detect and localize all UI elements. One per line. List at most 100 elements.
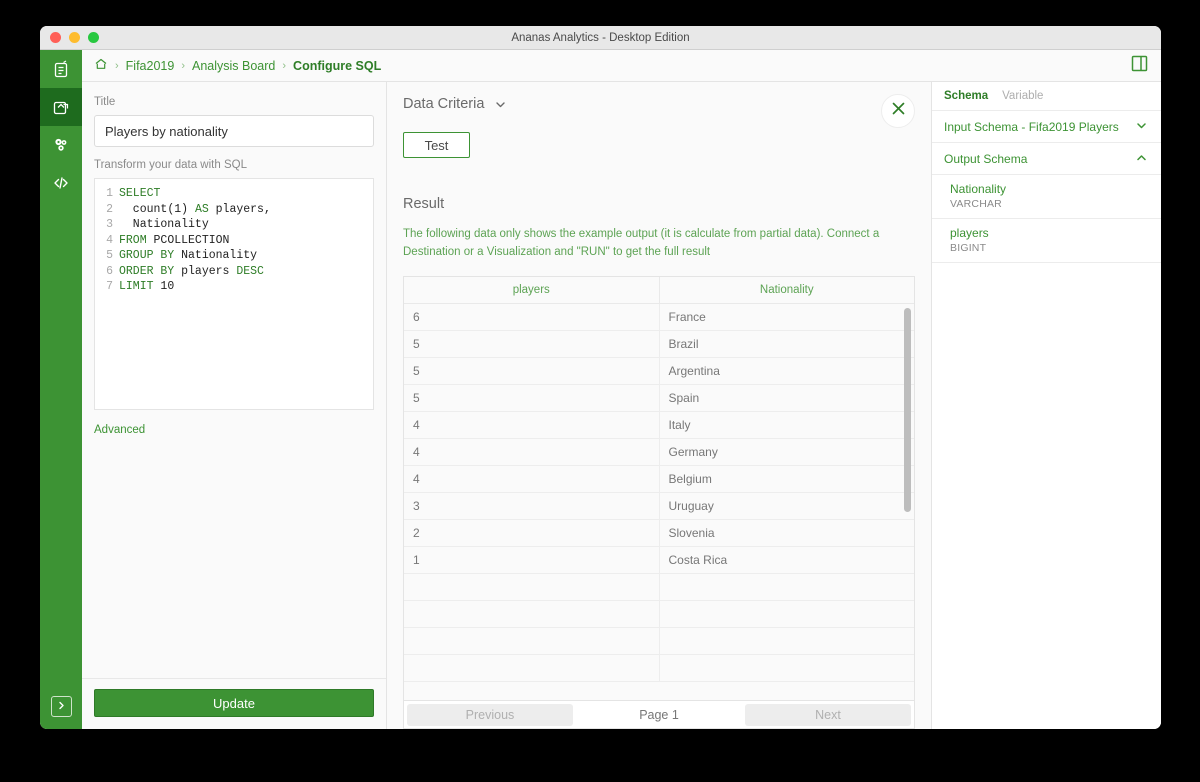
- cell-players: 5: [413, 336, 420, 351]
- cell-nationality: Belgium: [658, 465, 915, 492]
- rail-expand-toggle[interactable]: [51, 696, 72, 717]
- table-row: 4 Germany: [404, 438, 915, 466]
- update-button[interactable]: Update: [94, 689, 374, 717]
- sql-code-line: SELECT: [119, 187, 161, 200]
- table-row: 1 Costa Rica: [404, 546, 914, 574]
- rail-item-analysis-board[interactable]: [40, 88, 82, 126]
- cell-nationality: Brazil: [658, 330, 915, 357]
- cell-players: 3: [413, 498, 420, 513]
- output-schema-label: Output Schema: [944, 151, 1028, 166]
- table-row: 4 Italy: [404, 411, 914, 439]
- output-schema-section[interactable]: Output Schema: [932, 143, 1161, 175]
- sql-line-number: 1: [106, 187, 113, 200]
- cell-players: 4: [413, 471, 420, 486]
- sql-line-number: 6: [106, 264, 113, 278]
- table-empty-row: [404, 627, 915, 655]
- input-schema-section[interactable]: Input Schema - Fifa2019 Players: [932, 111, 1161, 143]
- sql-code-line: FROM PCOLLECTION: [119, 233, 230, 247]
- window-titlebar: Ananas Analytics - Desktop Edition: [40, 26, 1161, 50]
- app-window: Ananas Analytics - Desktop Edition › Fif…: [40, 26, 1161, 729]
- cell-players: 5: [413, 390, 420, 405]
- breadcrumb-item-fifa2019[interactable]: Fifa2019: [126, 59, 175, 73]
- gears-icon: [51, 135, 71, 155]
- table-empty-cell: [404, 574, 659, 600]
- cell-players: 2: [413, 525, 420, 540]
- table-header-row: players Nationality: [404, 276, 914, 304]
- icon-rail: [40, 50, 82, 729]
- previous-page-button[interactable]: Previous: [407, 703, 573, 726]
- breadcrumb-item-configure-sql[interactable]: Configure SQL: [293, 59, 381, 73]
- table-row: 4 Belgium: [404, 465, 915, 493]
- table-empty-row: [404, 573, 915, 601]
- input-schema-label: Input Schema - Fifa2019 Players: [944, 119, 1119, 134]
- cell-nationality: France: [658, 303, 915, 330]
- partial-data-notice: The following data only shows the exampl…: [403, 228, 880, 258]
- breadcrumb-item-analysis-board[interactable]: Analysis Board: [192, 59, 275, 73]
- close-panel-button[interactable]: [881, 94, 915, 128]
- split-panel-toggle-button[interactable]: [1130, 54, 1149, 78]
- column-header-nationality[interactable]: Nationality: [658, 276, 914, 303]
- advanced-link[interactable]: Advanced: [94, 424, 374, 436]
- table-empty-cell: [658, 600, 915, 627]
- breadcrumb: › Fifa2019 › Analysis Board › Configure …: [94, 57, 381, 74]
- schema-field[interactable]: players BIGINT: [932, 219, 1161, 263]
- table-row: 2 Slovenia: [404, 519, 915, 547]
- chevron-down-icon: [1134, 118, 1149, 136]
- title-field-label: Title: [94, 96, 116, 108]
- sql-code: SELECT count(1) AS players, Nationality F…: [119, 186, 373, 409]
- close-icon: [890, 100, 907, 122]
- sql-line-number: 7: [106, 280, 113, 293]
- sql-code-line: LIMIT 10: [119, 280, 175, 293]
- next-page-button[interactable]: Next: [745, 703, 911, 726]
- cell-nationality: Slovenia: [658, 519, 915, 546]
- cell-players: 4: [413, 444, 420, 459]
- schema-field-name: players: [950, 226, 989, 240]
- table-row: 5 Argentina: [404, 357, 914, 385]
- tab-variable[interactable]: Variable: [1002, 90, 1043, 102]
- test-button[interactable]: Test: [403, 132, 470, 158]
- data-criteria-title: Data Criteria: [403, 96, 485, 112]
- chevron-up-icon: [1134, 150, 1149, 168]
- split-panel-icon: [1130, 54, 1149, 78]
- page-indicator: Page 1: [639, 707, 679, 722]
- title-input[interactable]: [94, 115, 374, 147]
- schema-field[interactable]: Nationality VARCHAR: [932, 175, 1161, 219]
- rail-item-code[interactable]: [40, 164, 82, 202]
- schema-pane: Schema Variable Input Schema - Fifa2019 …: [932, 82, 1161, 729]
- data-criteria-header: Data Criteria: [403, 96, 915, 112]
- sql-line-number: 4: [106, 233, 113, 247]
- sql-line-number: 5: [106, 249, 113, 262]
- breadcrumb-separator: ›: [115, 59, 119, 72]
- sql-line-numbers: 1 2 3 4 5 6 7: [95, 186, 119, 409]
- table-empty-cell: [404, 601, 659, 627]
- cell-players: 1: [413, 552, 420, 567]
- sql-editor[interactable]: 1 2 3 4 5 6 7 SELECT count(1) AS players, Nati…: [94, 178, 374, 410]
- table-empty-cell: [404, 655, 659, 681]
- table-empty-cell: [658, 573, 915, 600]
- rail-item-settings[interactable]: [40, 126, 82, 164]
- home-icon[interactable]: [94, 57, 108, 74]
- chevron-right-icon: [56, 698, 67, 716]
- code-icon: [51, 173, 71, 193]
- sql-code-line: ORDER BY players DESC: [119, 264, 264, 278]
- table-empty-row: [404, 654, 914, 682]
- window-title: Ananas Analytics - Desktop Edition: [511, 31, 690, 44]
- table-row: 6 France: [404, 303, 915, 331]
- sql-code-line: GROUP BY Nationality: [119, 249, 258, 262]
- column-header-players[interactable]: players: [404, 276, 659, 303]
- table-scrollbar[interactable]: [904, 307, 911, 512]
- chevron-down-icon[interactable]: [493, 97, 508, 112]
- breadcrumb-separator: ›: [282, 59, 287, 72]
- sql-code-line: count(1) AS players,: [119, 202, 271, 216]
- rail-item-data-source[interactable]: [40, 50, 82, 88]
- sql-line-number: 3: [106, 218, 113, 231]
- table-empty-cell: [658, 627, 915, 654]
- cell-nationality: Spain: [658, 384, 915, 411]
- update-button-bar: Update: [82, 678, 386, 729]
- table-row: 5 Spain: [404, 384, 915, 412]
- breadcrumb-bar: › Fifa2019 › Analysis Board › Configure …: [82, 50, 1161, 82]
- cell-nationality: Germany: [658, 438, 915, 465]
- tab-schema[interactable]: Schema: [944, 90, 988, 102]
- table-row: 3 Uruguay: [404, 492, 914, 520]
- table-empty-cell: [404, 628, 659, 654]
